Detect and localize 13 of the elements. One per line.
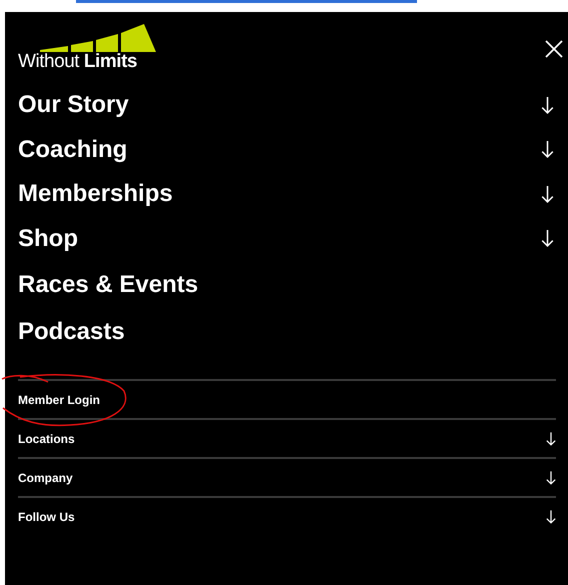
- menu-item[interactable]: Our Story: [18, 87, 129, 124]
- logo-text: Without Limits: [18, 51, 138, 73]
- logo-bars-icon: [40, 24, 156, 52]
- menu-item[interactable]: Coaching: [18, 132, 128, 168]
- menu-item[interactable]: Shop: [18, 220, 78, 257]
- menu-item[interactable]: Podcasts: [18, 314, 125, 350]
- menu-item[interactable]: Member Login: [18, 390, 100, 408]
- menu-item[interactable]: Memberships: [18, 176, 173, 212]
- menu-item[interactable]: Locations: [18, 430, 75, 448]
- menu-item[interactable]: Follow Us: [18, 508, 75, 526]
- menu-item[interactable]: Races & Events: [18, 266, 198, 302]
- logo[interactable]: Without Limits: [18, 24, 158, 73]
- menu-item[interactable]: Company: [18, 468, 73, 486]
